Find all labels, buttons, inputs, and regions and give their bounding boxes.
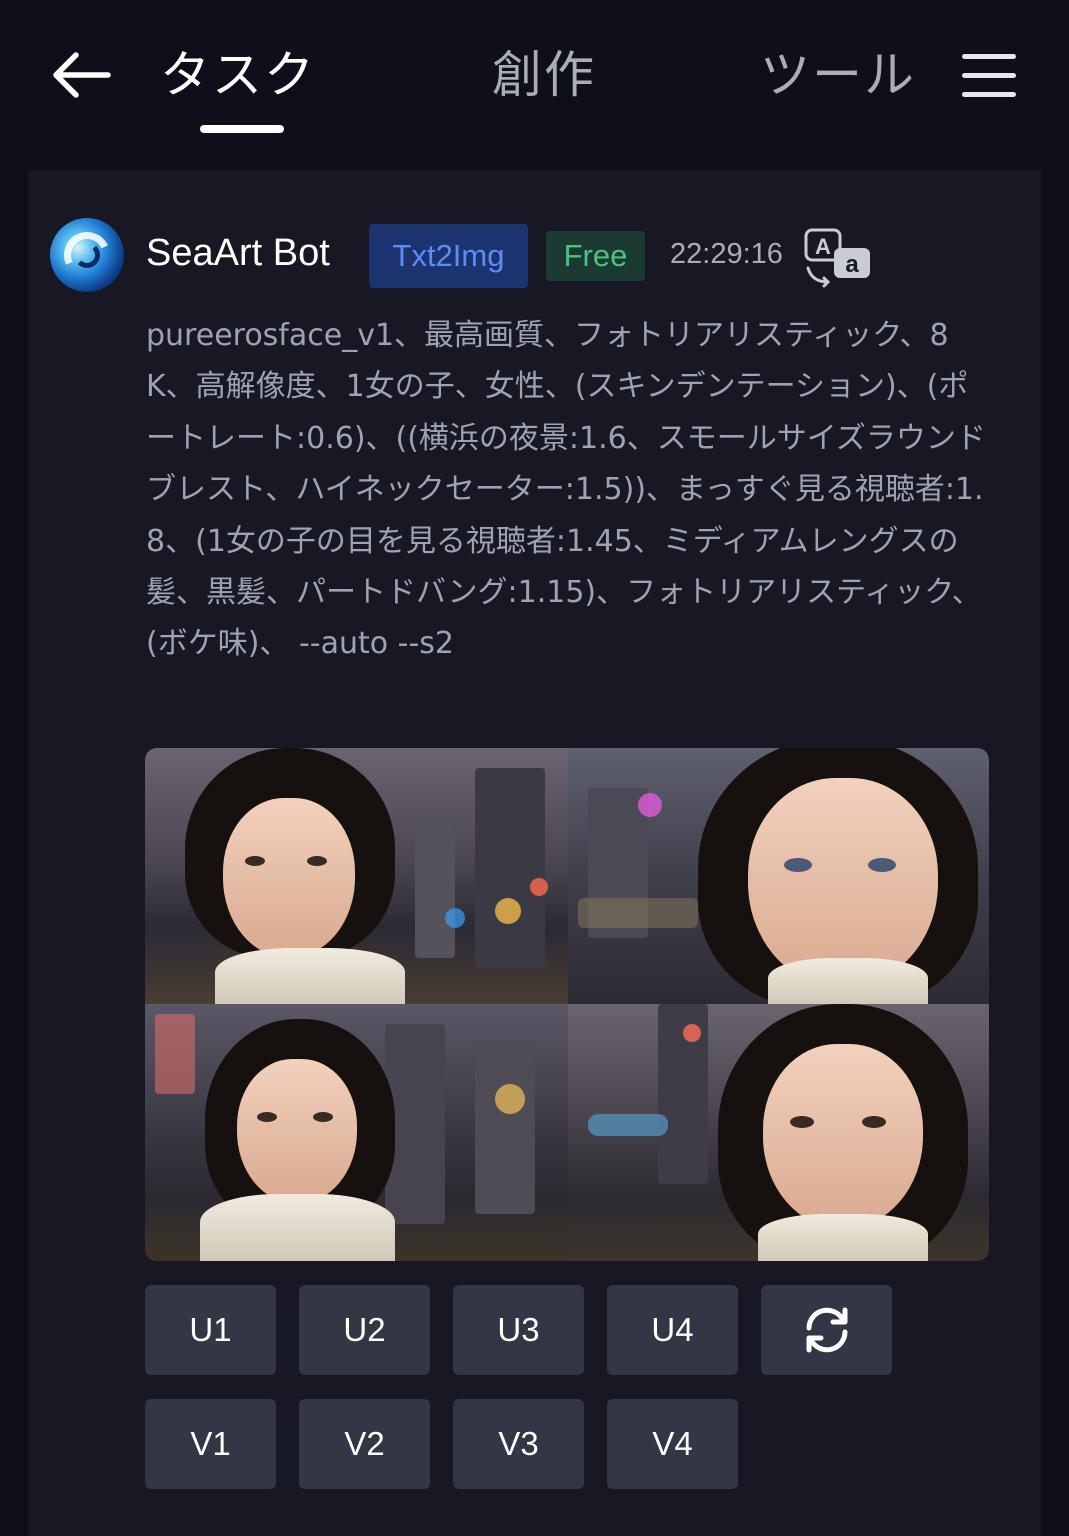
- menu-button[interactable]: [956, 48, 1022, 104]
- upscale-button-4[interactable]: U4: [607, 1285, 738, 1375]
- generated-image-4[interactable]: [568, 1004, 989, 1261]
- active-tab-indicator: [200, 125, 284, 133]
- variation-button-2[interactable]: V2: [299, 1399, 430, 1489]
- bot-avatar: [50, 218, 124, 292]
- variation-button-3[interactable]: V3: [453, 1399, 584, 1489]
- message-timestamp: 22:29:16: [670, 238, 783, 270]
- reroll-button[interactable]: [761, 1285, 892, 1375]
- tab-tools[interactable]: ツール: [760, 40, 916, 110]
- svg-text:A: A: [815, 234, 831, 259]
- top-nav-bar: タスク 創作 ツール: [0, 0, 1069, 170]
- variation-button-4[interactable]: V4: [607, 1399, 738, 1489]
- arrow-left-icon: [53, 52, 111, 98]
- upscale-button-3[interactable]: U3: [453, 1285, 584, 1375]
- tab-create[interactable]: 創作: [492, 40, 596, 110]
- generated-image-3[interactable]: [145, 1004, 568, 1261]
- svg-text:a: a: [845, 251, 859, 278]
- translate-icon: A a: [804, 228, 870, 288]
- translate-button[interactable]: A a: [802, 226, 874, 288]
- generated-image-2[interactable]: [568, 748, 989, 1004]
- generated-image-grid: [145, 748, 989, 1261]
- variation-button-1[interactable]: V1: [145, 1399, 276, 1489]
- prompt-text: pureerosface_v1、最高画質、フォトリアリスティック、8K、高解像度…: [146, 318, 986, 662]
- upscale-button-1[interactable]: U1: [145, 1285, 276, 1375]
- plan-tag: Free: [546, 231, 645, 281]
- refresh-icon: [806, 1307, 847, 1353]
- back-button[interactable]: [46, 40, 116, 110]
- generated-image-1[interactable]: [145, 748, 568, 1004]
- bot-name: SeaArt Bot: [146, 232, 330, 274]
- mode-tag: Txt2Img: [369, 224, 528, 288]
- upscale-button-2[interactable]: U2: [299, 1285, 430, 1375]
- tab-tasks[interactable]: タスク: [160, 40, 316, 110]
